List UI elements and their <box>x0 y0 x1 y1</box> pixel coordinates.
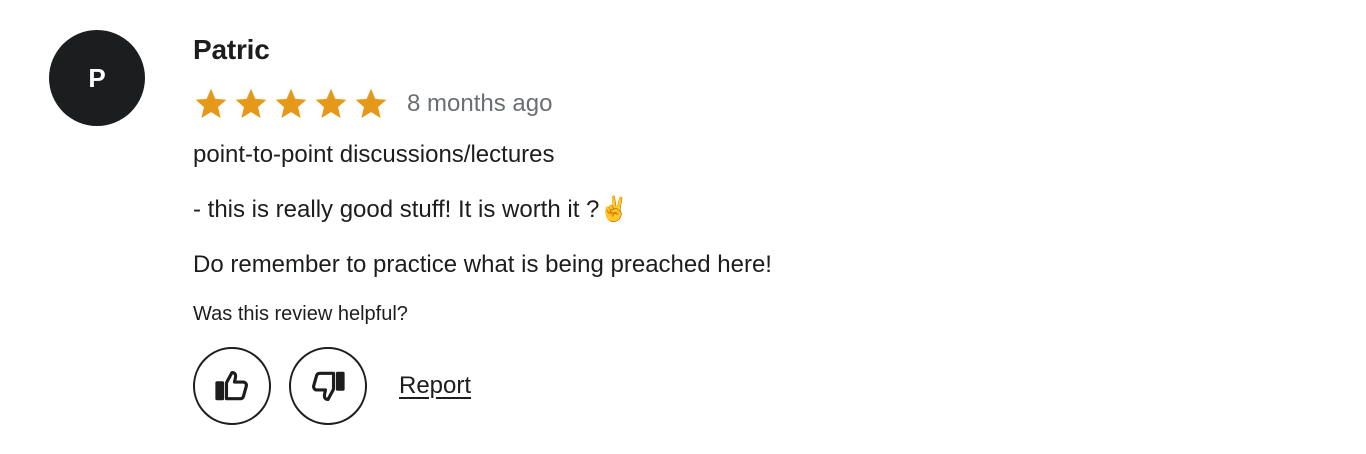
rating-row: 8 months ago <box>193 84 1326 124</box>
thumbs-down-button[interactable] <box>289 347 367 425</box>
report-link[interactable]: Report <box>399 372 471 400</box>
star-icon <box>235 88 267 118</box>
star-rating <box>193 86 389 122</box>
helpful-prompt: Was this review helpful? <box>193 303 408 325</box>
star-icon <box>195 88 227 118</box>
review-line: Do remember to practice what is being pr… <box>193 251 772 278</box>
feedback-actions: Report <box>193 347 1326 425</box>
review-body: point-to-point discussions/lectures - th… <box>193 140 1326 280</box>
star-icon <box>275 88 307 118</box>
review-card: P Patric 8 months ago point-to-point dis… <box>0 0 1366 454</box>
avatar-initial: P <box>88 62 106 93</box>
review-time: 8 months ago <box>407 90 553 117</box>
star-icon <box>355 88 387 118</box>
review-line: point-to-point discussions/lectures <box>193 141 555 168</box>
thumbs-up-icon <box>215 370 248 401</box>
avatar: P <box>49 30 145 126</box>
thumbs-up-button[interactable] <box>193 347 271 425</box>
review-line: - this is really good stuff! It is worth… <box>193 196 630 223</box>
review-content: Patric 8 months ago point-to-point discu… <box>193 30 1326 425</box>
reviewer-name: Patric <box>193 34 270 65</box>
star-icon <box>315 88 347 118</box>
thumbs-down-icon <box>312 371 345 402</box>
